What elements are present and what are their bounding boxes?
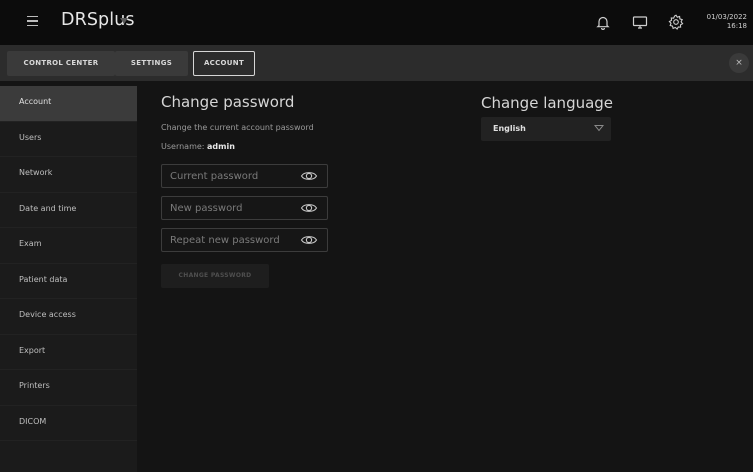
close-icon[interactable]: ×: [729, 53, 749, 73]
tab-bar: CONTROL CENTER SETTINGS ACCOUNT: [0, 45, 753, 81]
bell-icon[interactable]: [594, 13, 612, 31]
sidebar-item-export[interactable]: Export: [0, 335, 137, 370]
show-password-eye-icon[interactable]: [300, 233, 318, 247]
change-password-description: Change the current account password: [161, 123, 314, 132]
current-password-field[interactable]: [161, 164, 328, 188]
new-password-input[interactable]: [162, 197, 292, 219]
sidebar-item-printers[interactable]: Printers: [0, 370, 137, 406]
top-bar: DRSplus 01/03/2022 16:18: [0, 0, 753, 45]
date-time-display: 01/03/2022 16:18: [707, 13, 747, 31]
sidebar-item-date-and-time[interactable]: Date and time: [0, 193, 137, 228]
sidebar-item-patient-data[interactable]: Patient data: [0, 264, 137, 299]
sidebar-item-dicom[interactable]: DICOM: [0, 406, 137, 441]
app-dropdown-caret-icon[interactable]: [120, 18, 128, 24]
tab-settings[interactable]: SETTINGS: [115, 51, 188, 76]
sidebar-item-users[interactable]: Users: [0, 122, 137, 157]
app-window: DRSplus 01/03/2022 16:18 CONTROL CENTER …: [0, 0, 753, 472]
show-password-eye-icon[interactable]: [300, 201, 318, 215]
sidebar-item-account[interactable]: Account: [0, 86, 137, 122]
sidebar: Account Users Network Date and time Exam…: [0, 86, 137, 472]
repeat-password-input[interactable]: [162, 229, 292, 251]
current-password-input[interactable]: [162, 165, 292, 187]
time-text: 16:18: [726, 22, 747, 30]
tab-account[interactable]: ACCOUNT: [193, 51, 255, 76]
username-value: admin: [207, 142, 235, 151]
monitor-icon[interactable]: [631, 13, 649, 31]
sidebar-item-exam[interactable]: Exam: [0, 228, 137, 264]
show-password-eye-icon[interactable]: [300, 169, 318, 183]
repeat-password-field[interactable]: [161, 228, 328, 252]
username-label: Username:: [161, 142, 205, 151]
sidebar-item-device-access[interactable]: Device access: [0, 299, 137, 335]
change-language-heading: Change language: [481, 94, 614, 112]
username-line: Username: admin: [161, 142, 235, 151]
change-password-button[interactable]: CHANGE PASSWORD: [161, 264, 269, 288]
new-password-field[interactable]: [161, 196, 328, 220]
gear-icon[interactable]: [667, 13, 685, 31]
date-text: 01/03/2022: [706, 13, 747, 21]
hamburger-menu-icon[interactable]: [27, 16, 38, 26]
sidebar-item-network[interactable]: Network: [0, 157, 137, 193]
chevron-down-icon: [594, 124, 604, 132]
tab-control-center[interactable]: CONTROL CENTER: [7, 51, 115, 76]
change-password-heading: Change password: [161, 93, 295, 111]
language-select[interactable]: English: [481, 117, 611, 141]
language-selected-value: English: [493, 124, 526, 133]
